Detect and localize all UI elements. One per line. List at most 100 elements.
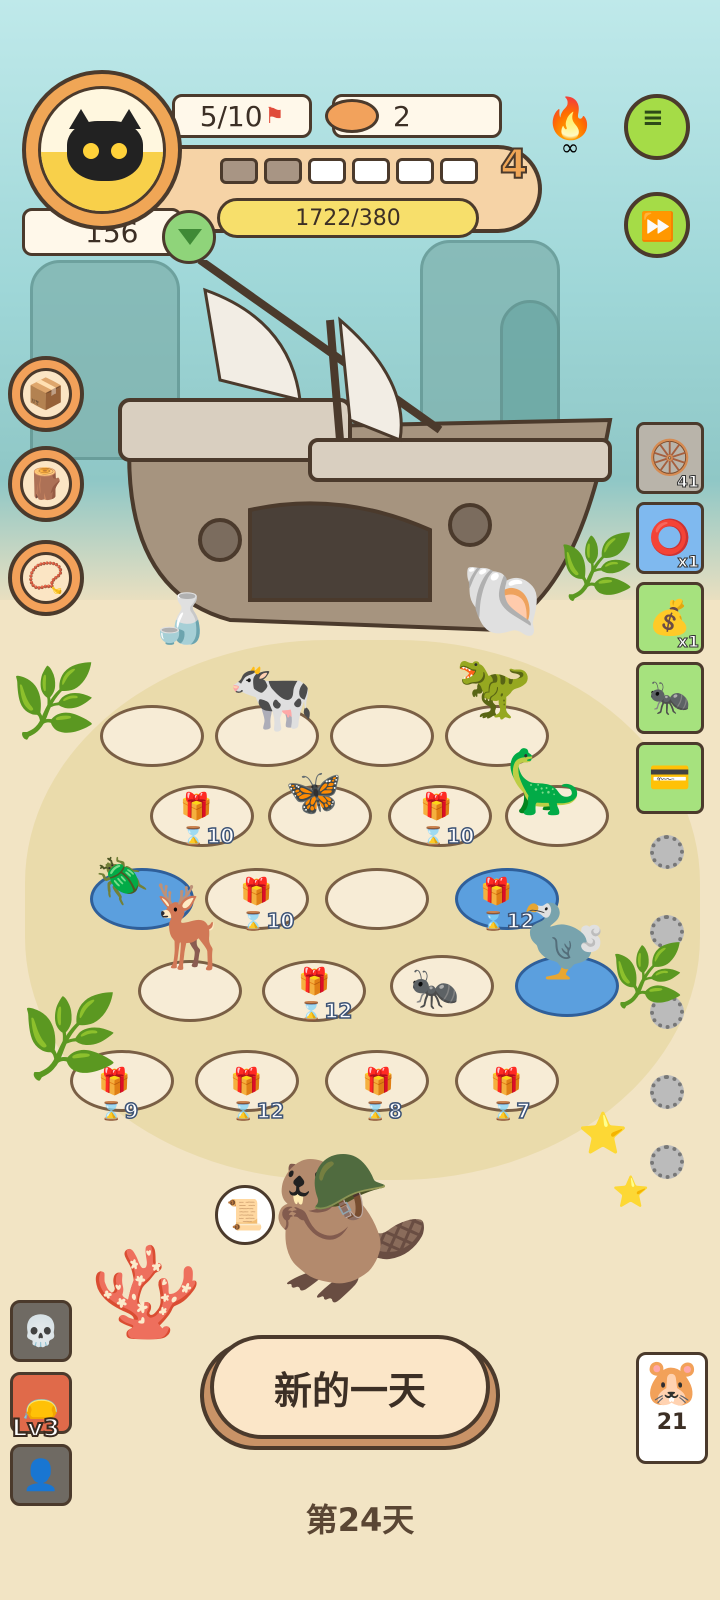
item-count: 41 [676,472,699,492]
flag-icon: ⚑ [264,103,285,129]
timer-value: 12 [256,1098,285,1124]
plot-empty[interactable] [330,705,434,767]
stage-progress: 5/10 [199,99,263,133]
dinosaur-icon[interactable]: 🦕 [505,745,582,819]
cat-tree-button[interactable]: 🪵 [8,446,84,522]
hourglass-icon: ⌛ [422,825,445,847]
crate-icon[interactable]: 🎁 [480,877,512,907]
skull-icon: 💀 [22,1313,60,1349]
starfish-icon: ⭐ [612,1175,650,1210]
menu-icon: ≡ [642,103,664,133]
wheel-item[interactable]: 🛞 41 [636,422,704,494]
certificate-icon[interactable]: 📜 [215,1185,275,1245]
hourglass-icon: ⌛ [100,1100,123,1122]
silhouette-icon: 👤 [22,1457,60,1493]
card-item-icon: 💳 [648,758,692,798]
gear-icon [650,835,684,869]
collar-icon: 📿 [20,552,72,604]
timer-value: 10 [446,823,475,849]
black-cat-icon [67,109,143,181]
crate-timer: ⌛ 10 [182,823,235,849]
level-badge: Lv3 [11,1413,61,1443]
avatar[interactable] [22,70,182,230]
dinosaur-icon[interactable]: 🦖 [455,650,532,724]
seaweed-icon: 🌿 [20,990,120,1083]
crate-icon[interactable]: 🎁 [420,792,452,822]
level-segment [440,158,478,184]
crate-icon[interactable]: 🎁 [230,1067,262,1097]
flame-infinity-icon[interactable]: 🔥 ∞ [540,95,600,165]
plot-empty[interactable] [100,705,204,767]
gazelle-icon[interactable]: 🦌 [140,880,240,974]
crate-timer: ⌛ 7 [492,1098,531,1124]
plot-empty[interactable] [325,868,429,930]
collar-item[interactable]: ⭕ x1 [636,502,704,574]
coral-icon: 🪸 [90,1240,203,1345]
bird-icon[interactable]: 🦤 [520,900,607,983]
hourglass-icon: ⌛ [364,1100,387,1122]
level-segment [220,158,258,184]
new-day-button[interactable]: 新的一天 [210,1335,490,1439]
timer-value: 9 [124,1098,139,1124]
level-segment [352,158,390,184]
crate-timer: ⌛ 12 [300,998,353,1024]
hourglass-icon: ⌛ [492,1100,515,1122]
gem-icon[interactable] [162,210,216,264]
pet-counter-card[interactable]: 🐹 21 [636,1352,708,1464]
crate-timer: ⌛ 12 [232,1098,285,1124]
timer-value: 8 [388,1098,403,1124]
pith-helmet-icon: 🪖 [310,1151,390,1225]
crate-icon[interactable]: 🎁 [180,792,212,822]
crate-icon[interactable]: 🎁 [240,877,272,907]
menu-button[interactable]: ≡ [624,94,690,160]
crate-timer: ⌛ 9 [100,1098,139,1124]
skull-button[interactable]: 💀 [10,1300,72,1362]
box-button[interactable]: 📦 [8,356,84,432]
collar-button[interactable]: 📿 [8,540,84,616]
ant-icon[interactable]: 🐜 [410,965,460,1012]
starfish-icon: ⭐ [578,1111,628,1157]
gear-icon [650,1075,684,1109]
crate-timer: ⌛ 10 [422,823,475,849]
day-counter: 第24天 [305,1501,415,1539]
box-icon: 📦 [20,368,72,420]
cans-box: 2 [325,94,502,138]
crate-timer: ⌛ 10 [242,908,295,934]
pet-counter: 21 [656,1410,688,1435]
character-button[interactable]: 👤 [10,1444,72,1506]
exp-text: 1722/380 [295,205,401,231]
clam-pearl-icon[interactable]: 🐚 [460,560,547,643]
new-day-label: 新的一天 [273,1368,426,1413]
bottle-icon: 🍶 [150,591,210,647]
cat-tree-icon: 🪵 [20,458,72,510]
cans-count: 2 [393,99,411,133]
crate-icon[interactable]: 🎁 [490,1067,522,1097]
hourglass-icon: ⌛ [482,910,505,932]
timer-value: 10 [206,823,235,849]
hourglass-icon: ⌛ [232,1100,255,1122]
card-item[interactable]: 💳 [636,742,704,814]
avatar-portrait [38,86,166,214]
level-segment [308,158,346,184]
timer-value: 7 [516,1098,531,1124]
fast-forward-button[interactable]: ⏩ [624,192,690,258]
exp-bar: 1722/380 [217,198,479,238]
item-count: x1 [677,632,699,652]
dragonfly-icon[interactable]: 🦋 [285,765,342,820]
level-segment [396,158,434,184]
ant-card[interactable]: 🐜 [636,662,704,734]
crate-icon[interactable]: 🎁 [362,1067,394,1097]
can-icon [325,99,379,133]
crate-icon[interactable]: 🎁 [298,967,330,997]
beetle-icon[interactable]: 🪲 [95,855,150,907]
seaweed-icon: 🌿 [10,660,98,742]
seaweed-icon: 🌿 [558,530,636,603]
cow-icon[interactable]: 🐄 [228,655,315,738]
timer-value: 10 [266,908,295,934]
level-segment [264,158,302,184]
bag-item[interactable]: 💰 x1 [636,582,704,654]
timer-value: 12 [324,998,353,1024]
hourglass-icon: ⌛ [242,910,265,932]
gear-icon [650,1145,684,1179]
ant-card-icon: 🐜 [648,678,692,718]
